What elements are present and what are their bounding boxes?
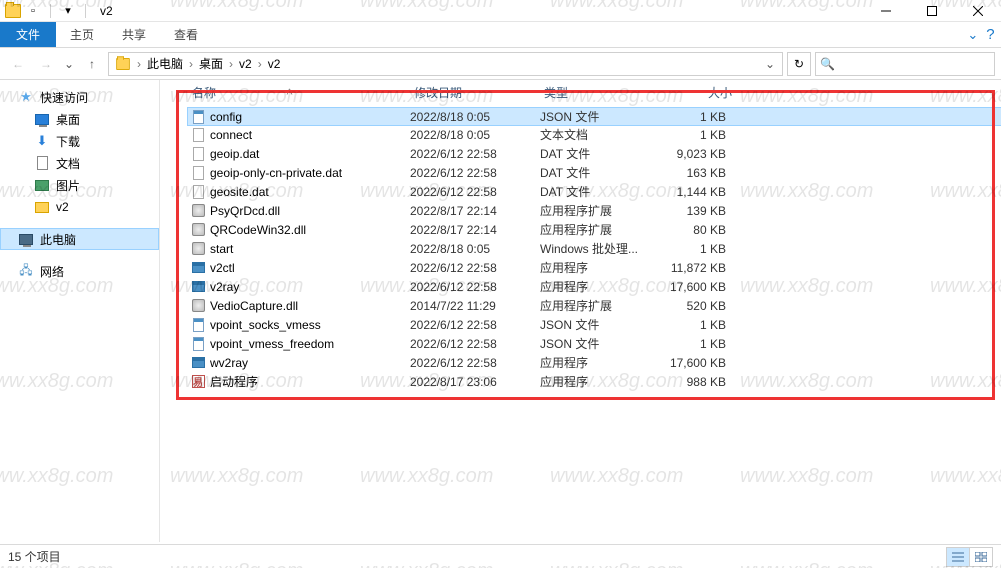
sidebar-item-label: 桌面: [56, 111, 80, 128]
sidebar-item-label: 下载: [56, 133, 80, 150]
properties-icon[interactable]: ▫: [24, 2, 42, 20]
pictures-icon: [34, 178, 50, 192]
details-view-button[interactable]: [946, 547, 970, 567]
window-title: v2: [100, 4, 113, 18]
back-button[interactable]: ←: [6, 52, 30, 76]
search-icon: 🔍: [820, 57, 835, 71]
crumb-desktop[interactable]: 桌面: [195, 53, 227, 75]
ribbon: 文件 主页 共享 查看 ⌄ ?: [0, 22, 1001, 48]
sidebar-quick-access[interactable]: ★ 快速访问: [0, 86, 159, 108]
ribbon-file-tab[interactable]: 文件: [0, 22, 56, 47]
close-button[interactable]: [955, 0, 1001, 22]
view-switcher: [947, 547, 993, 567]
item-count: 15 个项目: [8, 548, 61, 565]
chevron-right-icon[interactable]: ›: [135, 57, 143, 71]
sidebar-item-label: 图片: [56, 177, 80, 194]
navigation-pane: ★ 快速访问 桌面 ⬇ 下载 文档 图片 v2 此电脑 🖧 网络: [0, 80, 160, 542]
sidebar-network[interactable]: 🖧 网络: [0, 260, 159, 282]
ribbon-help-dropdown[interactable]: ⌄ ?: [961, 22, 1001, 47]
ribbon-tab-view[interactable]: 查看: [160, 22, 212, 47]
navigation-row: ← → ⌄ ↑ › 此电脑 › 桌面 › v2 › v2 ⌄ ↻ 🔍: [0, 48, 1001, 80]
sidebar-label: 快速访问: [40, 89, 88, 106]
network-icon: 🖧: [18, 264, 34, 278]
chevron-right-icon[interactable]: ›: [227, 57, 235, 71]
sidebar-this-pc[interactable]: 此电脑: [0, 228, 159, 250]
title-bar: ▫ ▾ v2: [0, 0, 1001, 22]
recent-dropdown[interactable]: ⌄: [62, 52, 76, 76]
crumb-thispc[interactable]: 此电脑: [143, 53, 187, 75]
body: ★ 快速访问 桌面 ⬇ 下载 文档 图片 v2 此电脑 🖧 网络 名称˄ 修改日期 …: [0, 80, 1001, 542]
divider: [85, 4, 86, 18]
sidebar-item-label: 此电脑: [40, 231, 76, 248]
sidebar-item-label: 文档: [56, 155, 80, 172]
search-input[interactable]: 🔍: [815, 52, 995, 76]
divider: [50, 4, 51, 18]
download-icon: ⬇: [34, 134, 50, 148]
desktop-icon: [34, 112, 50, 126]
sidebar-item-label: v2: [56, 200, 69, 214]
large-icons-view-button[interactable]: [969, 547, 993, 567]
address-bar[interactable]: › 此电脑 › 桌面 › v2 › v2 ⌄: [108, 52, 783, 76]
sidebar-item-pictures[interactable]: 图片: [0, 174, 159, 196]
pc-icon: [18, 232, 34, 246]
sidebar-item-label: 网络: [40, 263, 64, 280]
star-icon: ★: [18, 90, 34, 104]
qat-dropdown-icon[interactable]: ▾: [59, 2, 77, 20]
address-root-icon[interactable]: [111, 53, 135, 75]
minimize-button[interactable]: [863, 0, 909, 22]
refresh-button[interactable]: ↻: [787, 52, 811, 76]
file-list-area: 名称˄ 修改日期 类型 大小 config2022/8/18 0:05JSON …: [160, 80, 1001, 542]
status-bar: 15 个项目: [0, 544, 1001, 568]
highlight-box: [176, 90, 995, 400]
ribbon-tab-home[interactable]: 主页: [56, 22, 108, 47]
sidebar-item-documents[interactable]: 文档: [0, 152, 159, 174]
document-icon: [34, 156, 50, 170]
ribbon-tab-share[interactable]: 共享: [108, 22, 160, 47]
maximize-button[interactable]: [909, 0, 955, 22]
chevron-right-icon[interactable]: ›: [256, 57, 264, 71]
up-button[interactable]: ↑: [80, 52, 104, 76]
sidebar-item-downloads[interactable]: ⬇ 下载: [0, 130, 159, 152]
quick-access-toolbar: ▫ ▾: [0, 2, 96, 20]
forward-button[interactable]: →: [34, 52, 58, 76]
sidebar-item-desktop[interactable]: 桌面: [0, 108, 159, 130]
folder-icon: [4, 2, 22, 20]
crumb-v2[interactable]: v2: [235, 53, 256, 75]
window-controls: [863, 0, 1001, 22]
crumb-v2-inner[interactable]: v2: [264, 53, 285, 75]
chevron-right-icon[interactable]: ›: [187, 57, 195, 71]
folder-icon: [34, 200, 50, 214]
sidebar-item-v2[interactable]: v2: [0, 196, 159, 218]
address-history-dropdown[interactable]: ⌄: [760, 57, 780, 71]
